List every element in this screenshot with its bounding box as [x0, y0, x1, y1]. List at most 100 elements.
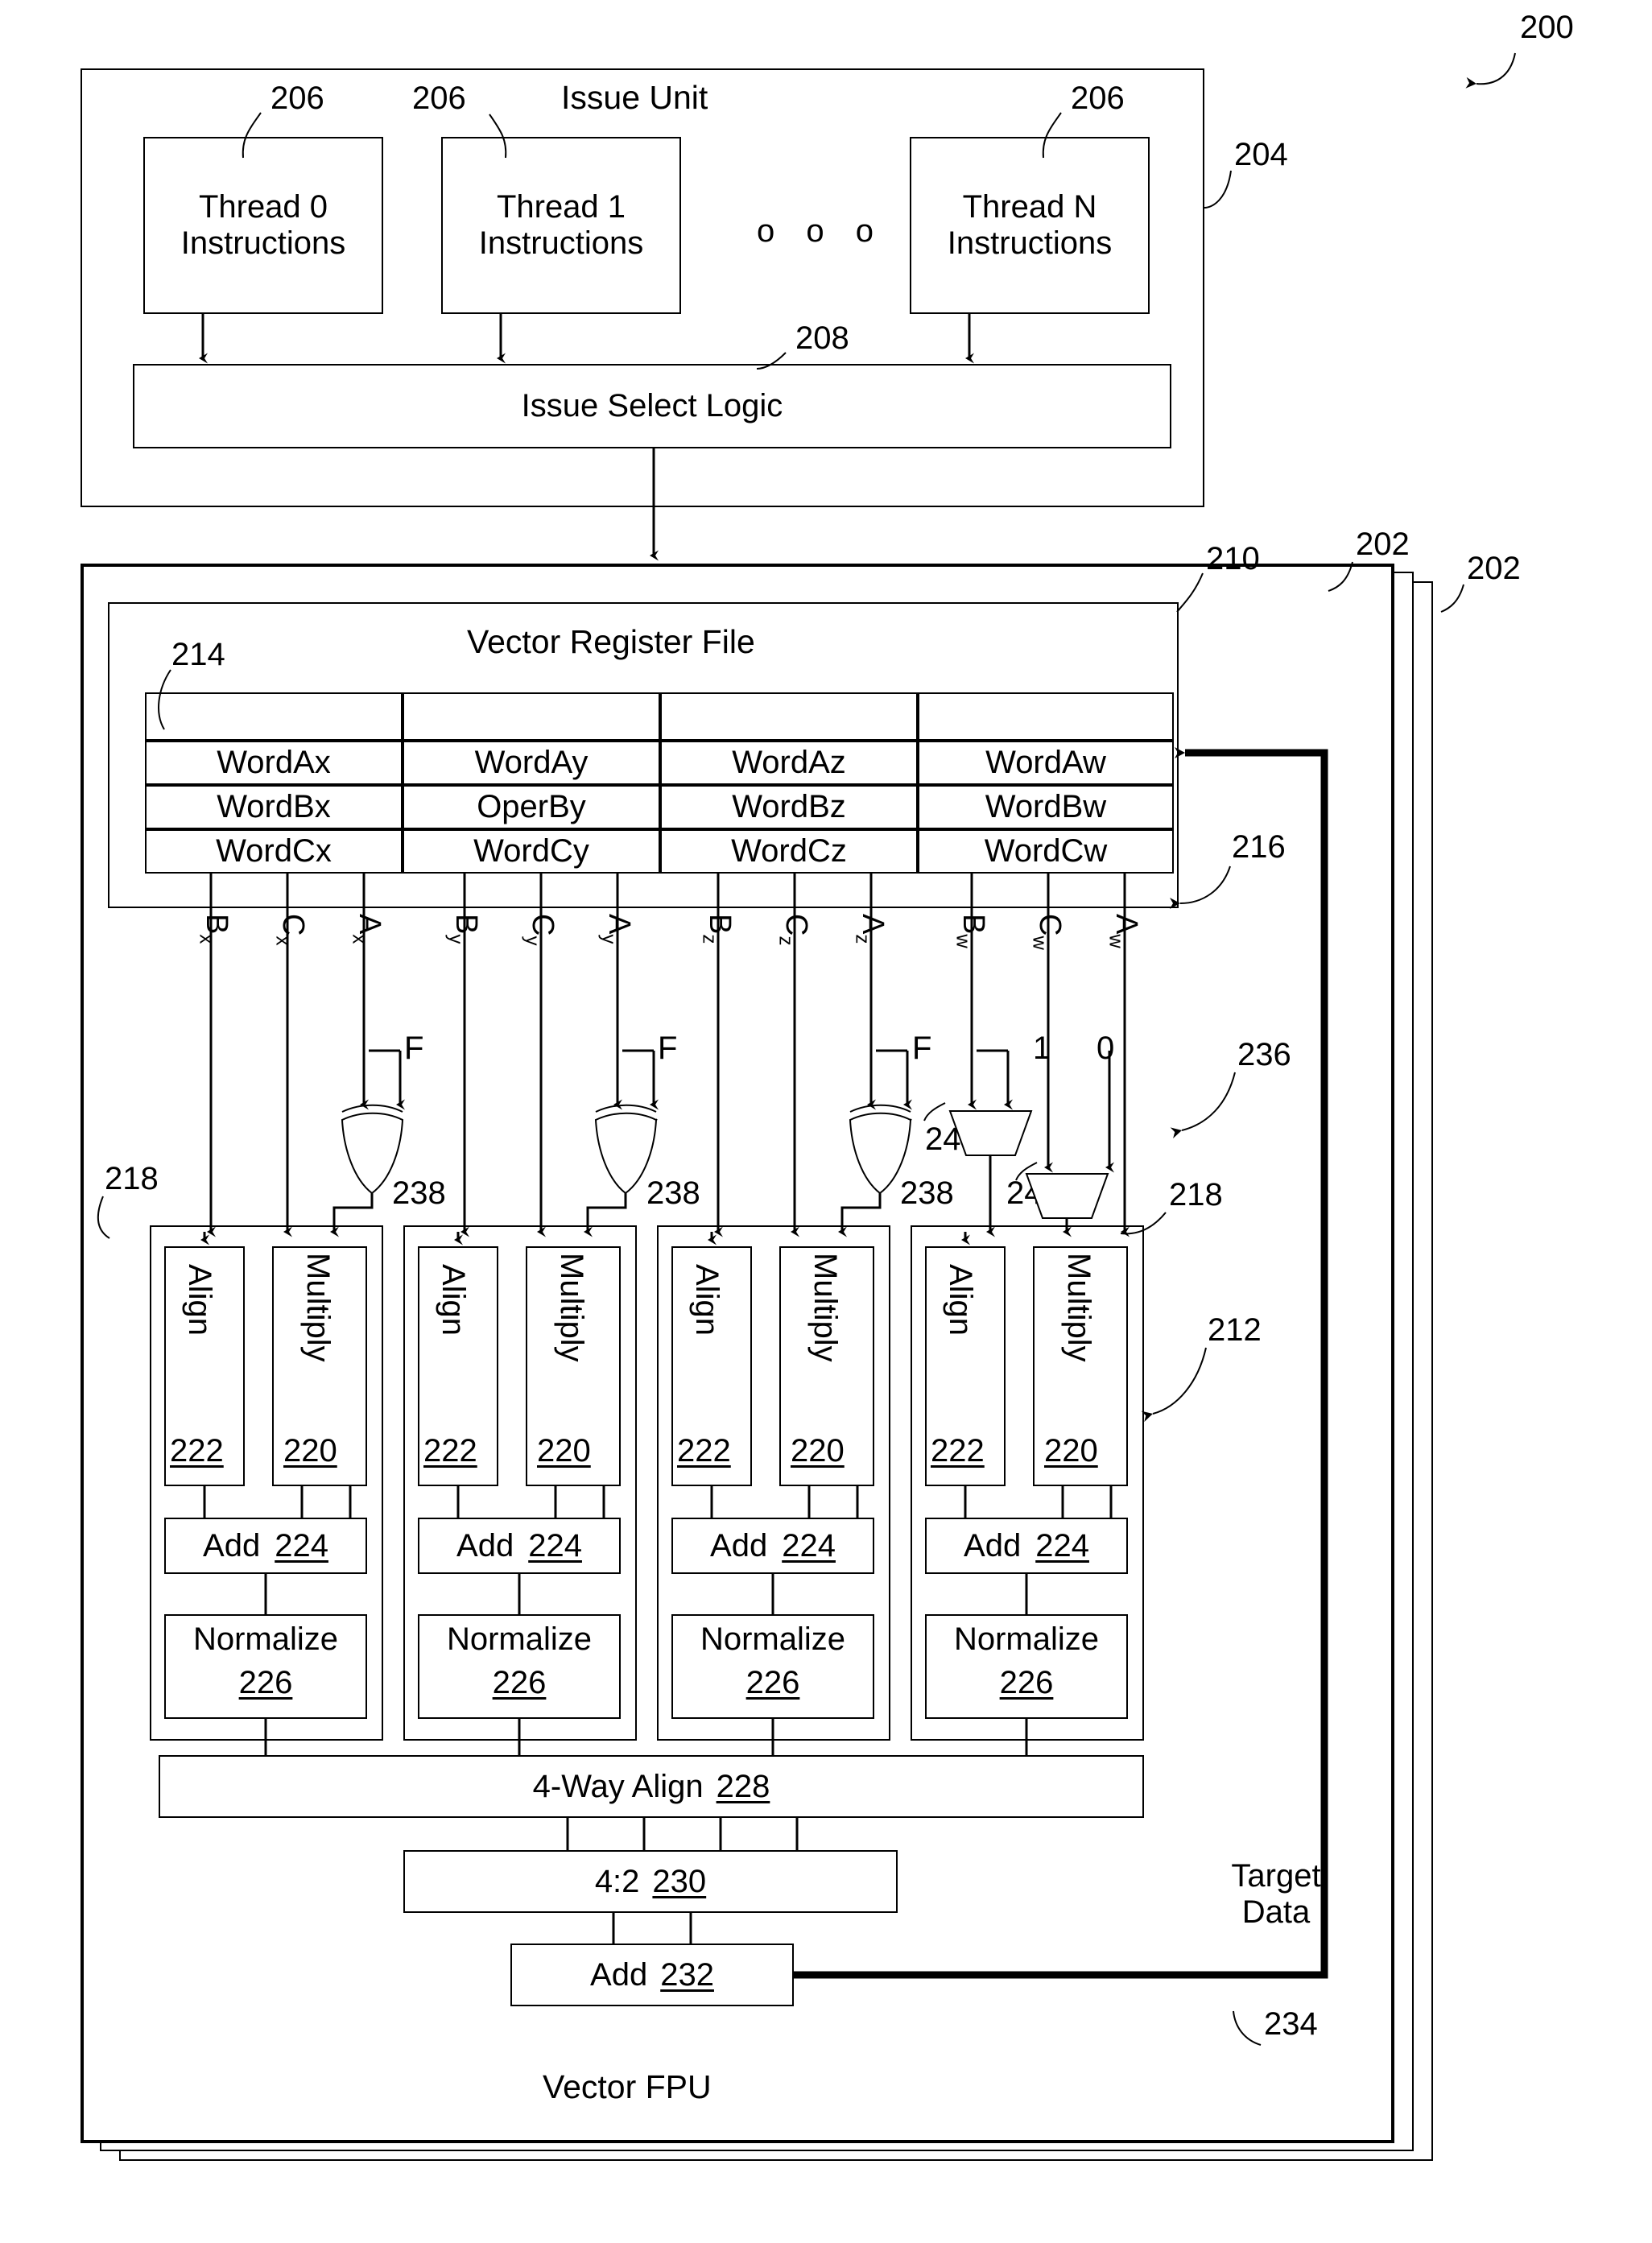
lane-2-multiply-ref: 220	[791, 1433, 845, 1468]
register-cell-r0c3: WordAw	[918, 741, 1174, 785]
lane-0-normalize-label: Normalize	[192, 1621, 339, 1657]
ref-238-lane0: 238	[392, 1175, 446, 1211]
lane-3-align-label: Align	[943, 1264, 978, 1336]
figure-ref-200: 200	[1520, 10, 1574, 45]
final-add-box: Add 232	[510, 1944, 794, 2006]
final-add-label: Add	[590, 1956, 648, 1993]
lane-0-align-label: Align	[182, 1264, 217, 1336]
lane-3-multiply-label: Multiply	[1061, 1253, 1097, 1362]
lane-2-add-box: Add 224	[671, 1518, 874, 1574]
lane-0-align-ref: 222	[170, 1433, 224, 1468]
xor-control-f-lane2: F	[912, 1031, 932, 1066]
signal-label-ax: Ax	[348, 914, 386, 944]
lane-3-normalize-label: Normalize	[953, 1621, 1100, 1657]
lane-2-normalize-label: Normalize	[700, 1621, 846, 1657]
xor-control-f-lane0: F	[404, 1031, 424, 1066]
ref-206-c: 206	[1071, 81, 1125, 116]
ref-238-lane1: 238	[646, 1175, 700, 1211]
ref-206-b: 206	[412, 81, 466, 116]
lane-0-add-label: Add	[203, 1527, 261, 1563]
lane-1-multiply-ref: 220	[537, 1433, 591, 1468]
signal-label-cz: Cz	[774, 914, 813, 946]
thread-n-instructions-box: Thread N Instructions	[910, 137, 1150, 314]
register-cell-r0c0: WordAx	[145, 741, 403, 785]
ref-214: 214	[171, 637, 225, 672]
register-cell-text: WordAx	[217, 745, 331, 780]
register-header-cell-3	[918, 692, 1174, 741]
thread-1-instructions-box: Thread 1 Instructions	[441, 137, 681, 314]
lane-1-add-label: Add	[456, 1527, 514, 1563]
thread-0-instructions-box: Thread 0 Instructions	[143, 137, 383, 314]
lane-1-normalize-ref: 226	[492, 1665, 547, 1700]
issue-unit-title: Issue Unit	[561, 79, 708, 116]
lane-3-multiply-ref: 220	[1044, 1433, 1098, 1468]
register-cell-text: WordAy	[474, 745, 589, 780]
signal-label-aw: Aw	[1105, 914, 1143, 948]
lane-0-multiply-ref: 220	[283, 1433, 337, 1468]
lane-1-align-ref: 222	[423, 1433, 477, 1468]
register-cell-text: WordCz	[731, 833, 847, 869]
register-cell-text: WordCy	[473, 833, 589, 869]
signal-label-by: By	[444, 914, 483, 944]
ref-208: 208	[795, 320, 849, 356]
lane-2-add-label: Add	[710, 1527, 768, 1563]
register-cell-text: WordAz	[732, 745, 846, 780]
register-cell-r1c3: WordBw	[918, 785, 1174, 829]
register-cell-text: WordAw	[985, 745, 1106, 780]
register-cell-r0c2: WordAz	[660, 741, 918, 785]
register-cell-text: WordBx	[217, 789, 331, 824]
ref-216: 216	[1232, 829, 1286, 865]
ref-206-a: 206	[271, 81, 324, 116]
register-cell-r2c3: WordCw	[918, 829, 1174, 874]
lane-3-align-ref: 222	[931, 1433, 985, 1468]
lane-2-normalize-ref: 226	[745, 1665, 800, 1700]
lane-3-add-box: Add 224	[925, 1518, 1128, 1574]
lane-1-add-box: Add 224	[418, 1518, 621, 1574]
register-cell-r2c2: WordCz	[660, 829, 918, 874]
ref-202-a: 202	[1356, 527, 1410, 562]
thread-n-label: Thread N Instructions	[947, 189, 1113, 261]
register-cell-r2c0: WordCx	[145, 829, 403, 874]
ref-240: 240	[925, 1122, 979, 1157]
xor-control-f-lane1: F	[658, 1031, 678, 1066]
ref-238-lane2: 238	[900, 1175, 954, 1211]
mux-242-control-zero: 0	[1097, 1031, 1115, 1066]
four-way-align-label: 4-Way Align	[532, 1768, 704, 1804]
register-cell-r2c1: WordCy	[403, 829, 660, 874]
four-way-align-ref: 228	[716, 1768, 770, 1804]
lane-3-add-ref: 224	[1035, 1527, 1089, 1563]
signal-label-cy: Cy	[521, 914, 560, 946]
ref-210: 210	[1206, 541, 1260, 576]
final-add-ref: 232	[660, 1956, 714, 1993]
register-cell-r1c0: WordBx	[145, 785, 403, 829]
issue-select-logic-label: Issue Select Logic	[521, 388, 783, 423]
ref-236: 236	[1237, 1037, 1291, 1072]
figure-canvas: 200 204 Issue Unit 206 206 206 Thread 0I…	[0, 0, 1652, 2243]
signal-label-az: Az	[851, 914, 890, 944]
ref-218-left: 218	[105, 1161, 159, 1196]
lane-1-add-ref: 224	[528, 1527, 582, 1563]
thread-1-label: Thread 1 Instructions	[478, 189, 644, 261]
csa-4to2-box: 4:2 230	[403, 1850, 898, 1913]
lane-3-normalize-ref: 226	[999, 1665, 1054, 1700]
signal-label-ay: Ay	[597, 914, 636, 944]
lane-0-add-ref: 224	[275, 1527, 328, 1563]
register-cell-text: WordBz	[732, 789, 846, 824]
signal-label-bx: Bx	[195, 914, 233, 944]
lane-1-normalize-label: Normalize	[446, 1621, 593, 1657]
register-cell-text: OperBy	[477, 789, 586, 824]
lane-3-add-label: Add	[964, 1527, 1022, 1563]
ref-204: 204	[1234, 137, 1288, 172]
ref-202-b: 202	[1467, 551, 1521, 586]
signal-label-cx: Cx	[271, 914, 310, 946]
ref-212: 212	[1208, 1312, 1262, 1348]
lane-1-multiply-label: Multiply	[554, 1253, 589, 1362]
lane-2-align-ref: 222	[677, 1433, 731, 1468]
lane-2-align-label: Align	[689, 1264, 725, 1336]
lane-2-multiply-label: Multiply	[807, 1253, 843, 1362]
lane-1-align-label: Align	[436, 1264, 471, 1336]
signal-label-bz: Bz	[698, 914, 737, 944]
lane-0-add-box: Add 224	[164, 1518, 367, 1574]
vector-register-file-title: Vector Register File	[467, 623, 755, 660]
ref-242: 242	[1006, 1175, 1060, 1211]
